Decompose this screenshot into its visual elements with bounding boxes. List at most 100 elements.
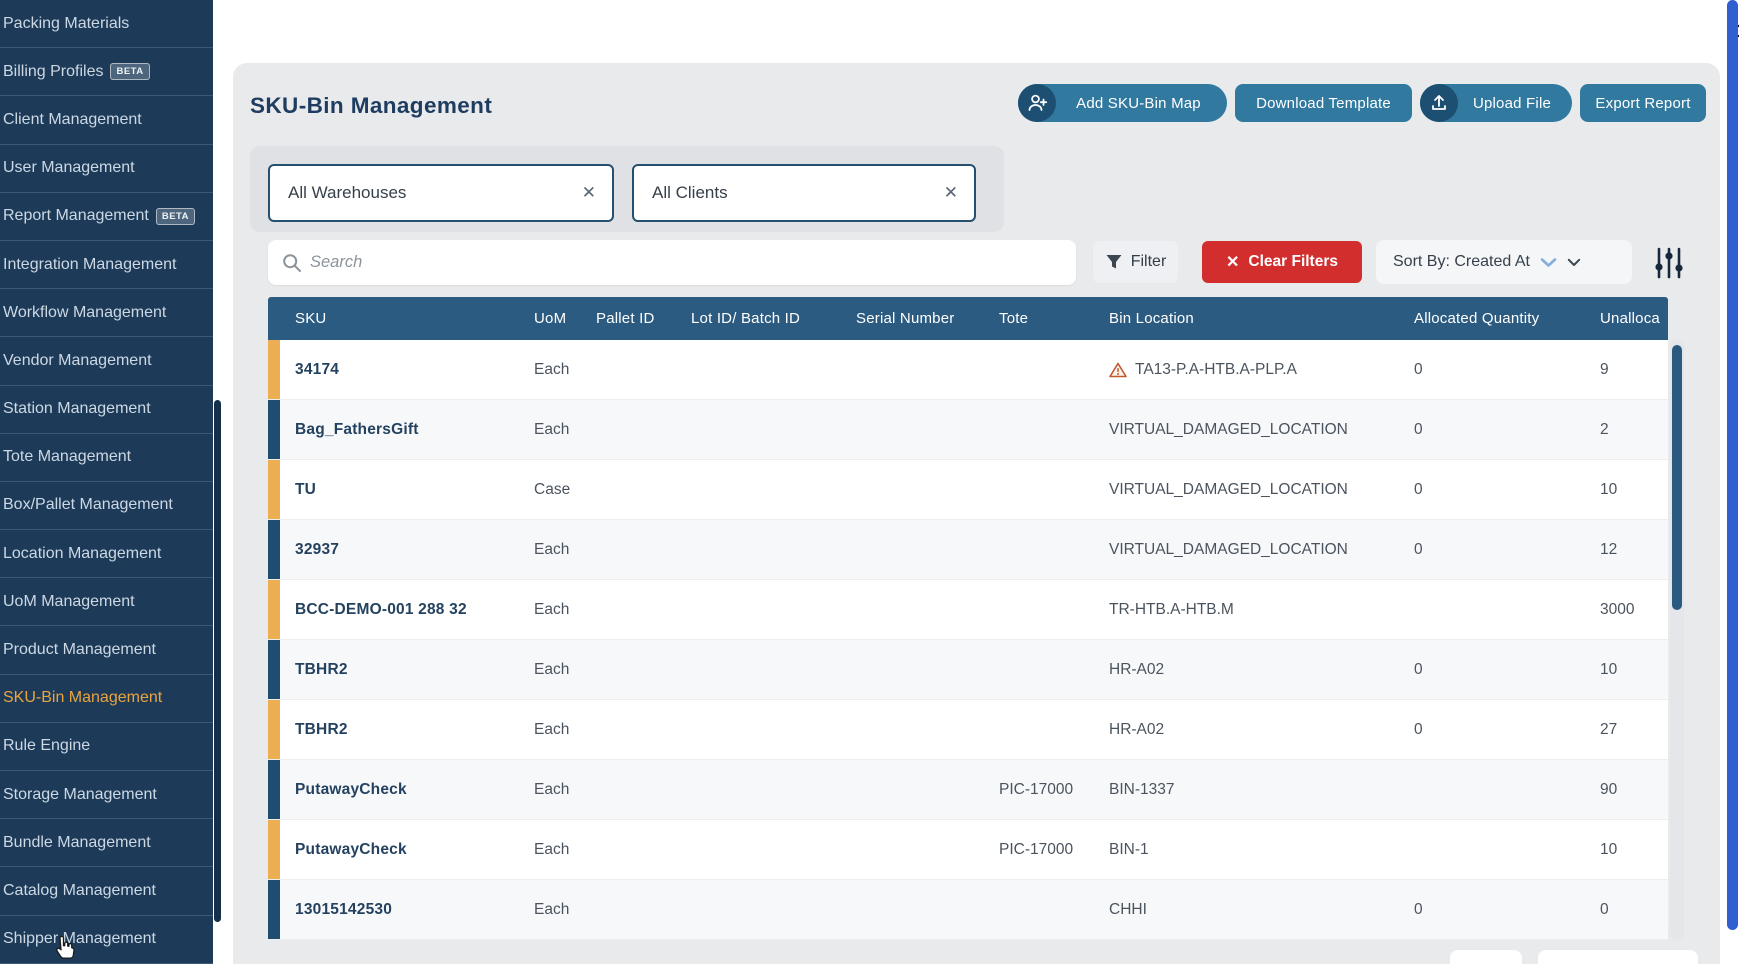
sidebar-item-vendor-management[interactable]: Vendor Management	[0, 337, 213, 385]
sort-by-dropdown[interactable]: Sort By: Created At	[1376, 240, 1632, 284]
upload-icon	[1429, 93, 1449, 113]
serial-number-cell	[840, 460, 985, 519]
chevron-down-icon[interactable]	[1540, 257, 1557, 268]
sidebar-item-billing-profiles[interactable]: Billing Profiles BETA	[0, 48, 213, 96]
sidebar-item-rule-engine[interactable]: Rule Engine	[0, 723, 213, 771]
export-report-button[interactable]: Export Report	[1580, 84, 1706, 122]
allocated-quantity-cell: 0	[1400, 400, 1585, 459]
chevron-down-icon[interactable]	[1567, 258, 1581, 267]
clear-filters-x-icon: ✕	[1226, 252, 1239, 272]
sidebar-item-workflow-management[interactable]: Workflow Management	[0, 289, 213, 337]
table-row[interactable]: 32937 Each VIRTUAL_DAMAGED_LOCATION 0 12	[268, 520, 1668, 580]
row-status-stripe	[268, 400, 280, 459]
sidebar-item-storage-management[interactable]: Storage Management	[0, 771, 213, 819]
table-row[interactable]: TBHR2 Each HR-A02 0 27	[268, 700, 1668, 760]
sidebar-item-shipper-management[interactable]: Shipper Management	[0, 916, 213, 964]
pallet-id-cell	[580, 880, 670, 939]
sku-cell[interactable]: BCC-DEMO-001 288 32	[268, 580, 520, 639]
column-settings-sliders-icon[interactable]	[1652, 247, 1686, 279]
sidebar-scrollbar[interactable]	[214, 400, 221, 922]
main-panel: SKU-Bin Management Add SKU-Bin Map Downl…	[233, 63, 1720, 964]
add-sku-bin-map-button[interactable]: Add SKU-Bin Map	[1018, 84, 1227, 122]
sidebar-item-catalog-management[interactable]: Catalog Management	[0, 867, 213, 915]
sidebar-item-box-pallet-management[interactable]: Box/Pallet Management	[0, 482, 213, 530]
clear-warehouse-icon[interactable]: ✕	[582, 183, 596, 203]
sidebar-item-station-management[interactable]: Station Management	[0, 386, 213, 434]
uom-cell: Each	[520, 760, 580, 819]
sku-cell[interactable]: PutawayCheck	[268, 760, 520, 819]
table-row[interactable]: 13015142530 Each CHHI 0 0	[268, 880, 1668, 940]
sku-cell[interactable]: TBHR2	[268, 700, 520, 759]
funnel-icon	[1105, 253, 1123, 271]
unallocated-quantity-cell: 3000	[1585, 580, 1668, 639]
allocated-quantity-cell	[1400, 580, 1585, 639]
table-row[interactable]: TU Case VIRTUAL_DAMAGED_LOCATION 0 10	[268, 460, 1668, 520]
sidebar-item-client-management[interactable]: Client Management	[0, 96, 213, 144]
sidebar-item-label: Shipper Management	[3, 930, 156, 948]
page-scrollbar[interactable]	[1727, 0, 1738, 930]
client-select[interactable]: All Clients ✕	[632, 164, 976, 222]
pallet-id-cell	[580, 580, 670, 639]
sidebar-item-report-management[interactable]: Report Management BETA	[0, 193, 213, 241]
serial-number-cell	[840, 520, 985, 579]
column-header: Serial Number	[840, 297, 985, 340]
sku-cell[interactable]: 13015142530	[268, 880, 520, 939]
table-row[interactable]: PutawayCheck Each PIC-17000 BIN-1337 90	[268, 760, 1668, 820]
uom-cell: Each	[520, 520, 580, 579]
upload-button-label: Upload File	[1458, 95, 1572, 112]
uom-cell: Case	[520, 460, 580, 519]
lot-batch-id-cell	[670, 400, 840, 459]
sku-cell[interactable]: TBHR2	[268, 640, 520, 699]
pagination-control[interactable]	[1538, 950, 1698, 964]
row-status-stripe	[268, 640, 280, 699]
serial-number-cell	[840, 760, 985, 819]
sidebar-item-label: UoM Management	[3, 593, 135, 611]
sort-by-value: Sort By: Created At	[1393, 253, 1530, 271]
sku-cell[interactable]: PutawayCheck	[268, 820, 520, 879]
tote-cell	[985, 520, 1095, 579]
pallet-id-cell	[580, 340, 670, 399]
upload-file-button[interactable]: Upload File	[1420, 84, 1572, 122]
table-row[interactable]: TBHR2 Each HR-A02 0 10	[268, 640, 1668, 700]
sidebar-item-tote-management[interactable]: Tote Management	[0, 434, 213, 482]
column-header: Lot ID/ Batch ID	[670, 297, 840, 340]
pagination-control[interactable]	[1450, 950, 1522, 964]
row-status-stripe	[268, 340, 280, 399]
tote-cell	[985, 580, 1095, 639]
sidebar-item-packing-materials[interactable]: Packing Materials	[0, 0, 213, 48]
sidebar-item-bundle-management[interactable]: Bundle Management	[0, 819, 213, 867]
sidebar-item-uom-management[interactable]: UoM Management	[0, 578, 213, 626]
bin-location-cell: BIN-1337	[1095, 760, 1400, 819]
sku-cell[interactable]: Bag_FathersGift	[268, 400, 520, 459]
download-template-button[interactable]: Download Template	[1235, 84, 1412, 122]
unallocated-quantity-cell: 90	[1585, 760, 1668, 819]
search-input[interactable]	[268, 240, 1076, 285]
sidebar-item-user-management[interactable]: User Management	[0, 145, 213, 193]
sidebar-menu: Packing Materials Billing Profiles BETA …	[0, 0, 213, 964]
pallet-id-cell	[580, 640, 670, 699]
sidebar-item-sku-bin-management[interactable]: SKU-Bin Management	[0, 675, 213, 723]
filter-button[interactable]: Filter	[1093, 241, 1178, 283]
page-title: SKU-Bin Management	[250, 93, 492, 119]
table-scrollbar-thumb[interactable]	[1672, 345, 1682, 610]
table-row[interactable]: Bag_FathersGift Each VIRTUAL_DAMAGED_LOC…	[268, 400, 1668, 460]
sidebar-item-product-management[interactable]: Product Management	[0, 626, 213, 674]
column-header: UoM	[520, 297, 580, 340]
table-row[interactable]: BCC-DEMO-001 288 32 Each TR-HTB.A-HTB.M …	[268, 580, 1668, 640]
sidebar-item-location-management[interactable]: Location Management	[0, 530, 213, 578]
sidebar-item-label: Catalog Management	[3, 882, 156, 900]
sku-cell[interactable]: TU	[268, 460, 520, 519]
allocated-quantity-cell	[1400, 760, 1585, 819]
warehouse-select[interactable]: All Warehouses ✕	[268, 164, 614, 222]
sku-cell[interactable]: 34174	[268, 340, 520, 399]
lot-batch-id-cell	[670, 820, 840, 879]
bin-location-cell: VIRTUAL_DAMAGED_LOCATION	[1095, 520, 1400, 579]
clear-filters-button[interactable]: ✕ Clear Filters	[1202, 241, 1362, 283]
client-select-value: All Clients	[652, 183, 728, 203]
table-row[interactable]: 34174 Each TA13-P.A-HTB.A-PLP.A 0 9	[268, 340, 1668, 400]
table-row[interactable]: PutawayCheck Each PIC-17000 BIN-1 10	[268, 820, 1668, 880]
sidebar-item-integration-management[interactable]: Integration Management	[0, 241, 213, 289]
clear-client-icon[interactable]: ✕	[944, 183, 958, 203]
sku-cell[interactable]: 32937	[268, 520, 520, 579]
sku-bin-table: SKUUoMPallet IDLot ID/ Batch IDSerial Nu…	[268, 297, 1668, 940]
